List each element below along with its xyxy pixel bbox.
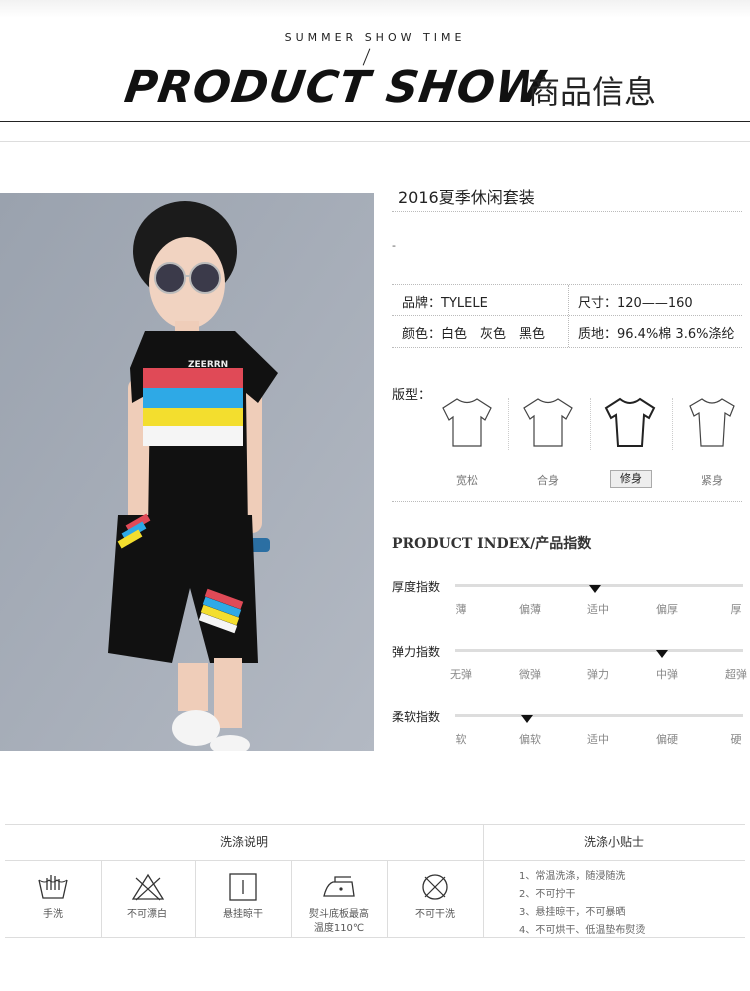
header-title: PRODUCT SHOW [121,62,549,113]
index-label: 厚度指数 [392,580,441,594]
product-title: 2016夏季休闲套装 [398,188,535,207]
svg-text:ZEERRN: ZEERRN [188,360,228,370]
header-subtitle: SUMMER SHOW TIME [284,31,466,44]
index-marker [656,650,669,658]
fit-label: 版型： [392,388,432,403]
header-divider [0,121,750,122]
slim-shirt-icon [604,397,656,447]
spec-size: 尺寸：120——160 [578,296,693,311]
index-tick-label: 偏厚 [656,603,678,616]
no-dry-clean-label: 不可干洗 [415,909,455,920]
wash-tip: 2、不可拧干 [519,889,576,900]
index-tick-label: 硬 [730,733,742,746]
hang-dry-icon [229,873,257,901]
index-tick-label: 偏薄 [519,603,541,616]
index-tick-label: 偏软 [519,733,541,746]
product-index-title: PRODUCT INDEX/产品指数 [392,536,592,552]
fit-divider [392,501,742,502]
no-dry-clean-icon [422,874,448,900]
product-dash: - [392,239,396,252]
regular-shirt-icon [523,398,573,447]
index-tick-label: 无弹 [450,668,472,681]
product-photo: ZEERRN [0,193,374,751]
wash-right-header: 洗涤小贴士 [583,835,644,849]
header-gradient [0,0,750,18]
index-label: 柔软指数 [392,710,441,724]
fit-separator [508,398,509,450]
wash-cell-divider [101,860,102,937]
index-tick-label: 适中 [587,603,609,616]
tight-shirt-icon [689,398,735,447]
wash-bottom-border [5,937,745,938]
index-tick-label: 中弹 [656,668,678,681]
fit-option-loose: 宽松 [456,474,478,487]
spec-divider-v [568,285,569,347]
wash-cell-divider [387,860,388,937]
fit-separator [590,398,591,450]
index-track [455,714,743,717]
wash-tip: 1、常温洗涤，随浸随洗 [519,871,626,882]
iron-label: 熨斗底板最高 温度110℃ [309,909,369,934]
spec-color: 颜色：白色 灰色 黑色 [402,327,546,342]
header-cn-title: 商品信息 [528,73,657,111]
fit-separator [672,398,673,450]
index-tick-label: 厚 [730,603,742,616]
wash-tip: 4、不可烘干、低温垫布熨烫 [519,925,646,936]
fit-option-slim-selected: 修身 [610,470,652,488]
index-tick-label: 薄 [455,603,467,616]
loose-shirt-icon [442,398,492,447]
index-marker [520,715,533,723]
fit-option-tight: 紧身 [701,474,723,487]
hang-dry-label: 悬挂晾干 [223,909,263,920]
hand-wash-icon [38,875,68,899]
no-bleach-label: 不可漂白 [127,909,167,920]
spec-table: 品牌：TYLELE 尺寸：120——160 颜色：白色 灰色 黑色 质地：96.… [392,284,742,348]
hand-wash-label: 手洗 [43,909,63,920]
index-tick-label: 偏硬 [656,733,678,746]
iron-icon [323,876,355,897]
index-tick-label: 软 [455,733,467,746]
index-tick-label: 微弹 [519,668,541,681]
wash-header-border [5,860,745,861]
spec-divider-h [392,315,742,316]
index-tick-label: 超弹 [725,668,747,681]
spec-material: 质地：96.4%棉 3.6%涤纶 [578,327,735,342]
index-tick-label: 弹力 [587,668,609,681]
wash-section: 洗涤说明 洗涤小贴士 手洗 不可漂白 悬挂晾干 熨斗底板最高 温度110℃ 不可… [5,824,745,938]
no-bleach-icon [131,873,165,901]
fit-option-regular: 合身 [537,474,559,487]
title-divider [392,211,742,213]
index-track [455,649,743,652]
wash-cell-divider [195,860,196,937]
section-divider [0,141,750,142]
wash-left-header: 洗涤说明 [219,835,268,849]
index-tick-label: 适中 [587,733,609,746]
index-label: 弹力指数 [392,645,441,659]
index-marker [588,585,601,593]
wash-tip: 3、悬挂晾干，不可暴晒 [519,907,626,918]
spec-brand: 品牌：TYLELE [402,296,488,311]
